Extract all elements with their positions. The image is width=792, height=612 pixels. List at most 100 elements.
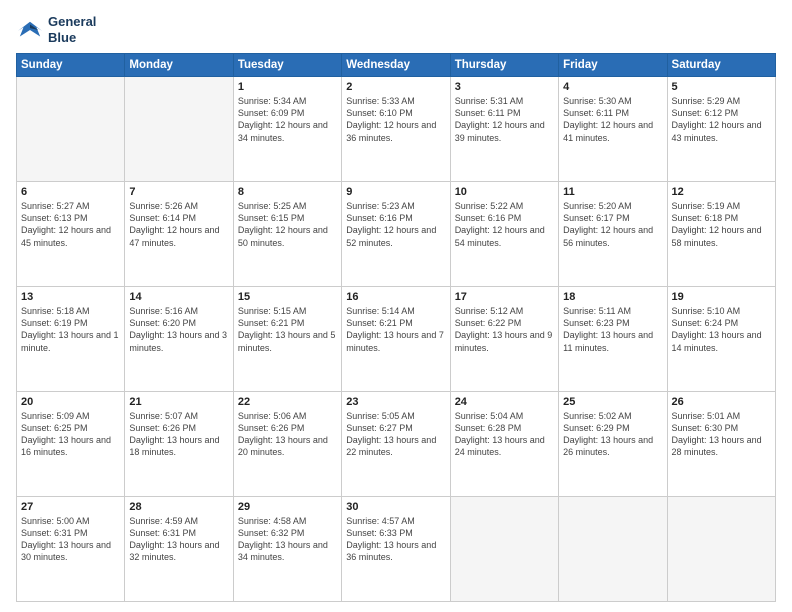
day-info: Sunrise: 5:16 AM Sunset: 6:20 PM Dayligh…: [129, 305, 228, 354]
day-header-monday: Monday: [125, 54, 233, 77]
calendar-cell: 4 Sunrise: 5:30 AM Sunset: 6:11 PM Daylig…: [559, 77, 667, 182]
calendar-cell: 19 Sunrise: 5:10 AM Sunset: 6:24 PM Dayli…: [667, 287, 775, 392]
calendar-cell: [450, 497, 558, 602]
calendar-cell: 14 Sunrise: 5:16 AM Sunset: 6:20 PM Dayli…: [125, 287, 233, 392]
calendar-cell: 8 Sunrise: 5:25 AM Sunset: 6:15 PM Daylig…: [233, 182, 341, 287]
calendar-cell: 29 Sunrise: 4:58 AM Sunset: 6:32 PM Dayli…: [233, 497, 341, 602]
calendar-cell: 30 Sunrise: 4:57 AM Sunset: 6:33 PM Dayli…: [342, 497, 450, 602]
calendar-cell: 5 Sunrise: 5:29 AM Sunset: 6:12 PM Daylig…: [667, 77, 775, 182]
day-number: 8: [238, 186, 337, 198]
calendar-cell: 11 Sunrise: 5:20 AM Sunset: 6:17 PM Dayli…: [559, 182, 667, 287]
day-number: 9: [346, 186, 445, 198]
calendar-cell: 25 Sunrise: 5:02 AM Sunset: 6:29 PM Dayli…: [559, 392, 667, 497]
logo: General Blue: [16, 14, 96, 45]
day-info: Sunrise: 5:26 AM Sunset: 6:14 PM Dayligh…: [129, 200, 228, 249]
day-number: 15: [238, 291, 337, 303]
day-info: Sunrise: 5:25 AM Sunset: 6:15 PM Dayligh…: [238, 200, 337, 249]
day-header-wednesday: Wednesday: [342, 54, 450, 77]
day-info: Sunrise: 4:57 AM Sunset: 6:33 PM Dayligh…: [346, 515, 445, 564]
day-info: Sunrise: 5:02 AM Sunset: 6:29 PM Dayligh…: [563, 410, 662, 459]
day-number: 17: [455, 291, 554, 303]
calendar-cell: 17 Sunrise: 5:12 AM Sunset: 6:22 PM Dayli…: [450, 287, 558, 392]
logo-text: General Blue: [48, 14, 96, 45]
calendar-cell: 3 Sunrise: 5:31 AM Sunset: 6:11 PM Daylig…: [450, 77, 558, 182]
day-header-friday: Friday: [559, 54, 667, 77]
calendar-week-row: 6Sunrise: 5:27 AM Sunset: 6:13 PM Daylig…: [17, 182, 776, 287]
day-info: Sunrise: 5:14 AM Sunset: 6:21 PM Dayligh…: [346, 305, 445, 354]
day-number: 21: [129, 396, 228, 408]
calendar-cell: 21 Sunrise: 5:07 AM Sunset: 6:26 PM Dayli…: [125, 392, 233, 497]
day-number: 28: [129, 501, 228, 513]
day-number: 25: [563, 396, 662, 408]
calendar-cell: 2 Sunrise: 5:33 AM Sunset: 6:10 PM Daylig…: [342, 77, 450, 182]
calendar-cell: [17, 77, 125, 182]
day-header-thursday: Thursday: [450, 54, 558, 77]
day-number: 6: [21, 186, 120, 198]
day-info: Sunrise: 5:22 AM Sunset: 6:16 PM Dayligh…: [455, 200, 554, 249]
calendar-cell: 23Sunrise: 5:05 AM Sunset: 6:27 PM Dayli…: [342, 392, 450, 497]
day-info: Sunrise: 5:06 AM Sunset: 6:26 PM Dayligh…: [238, 410, 337, 459]
day-number: 7: [129, 186, 228, 198]
day-info: Sunrise: 5:12 AM Sunset: 6:22 PM Dayligh…: [455, 305, 554, 354]
day-number: 19: [672, 291, 771, 303]
calendar-cell: 22Sunrise: 5:06 AM Sunset: 6:26 PM Dayli…: [233, 392, 341, 497]
day-info: Sunrise: 5:15 AM Sunset: 6:21 PM Dayligh…: [238, 305, 337, 354]
logo-icon: [16, 18, 44, 42]
calendar-cell: 12Sunrise: 5:19 AM Sunset: 6:18 PM Dayli…: [667, 182, 775, 287]
day-number: 18: [563, 291, 662, 303]
calendar-cell: [125, 77, 233, 182]
day-info: Sunrise: 5:33 AM Sunset: 6:10 PM Dayligh…: [346, 95, 445, 144]
day-header-saturday: Saturday: [667, 54, 775, 77]
calendar-cell: 26Sunrise: 5:01 AM Sunset: 6:30 PM Dayli…: [667, 392, 775, 497]
day-number: 10: [455, 186, 554, 198]
day-number: 11: [563, 186, 662, 198]
day-info: Sunrise: 5:31 AM Sunset: 6:11 PM Dayligh…: [455, 95, 554, 144]
day-number: 13: [21, 291, 120, 303]
calendar-cell: 15 Sunrise: 5:15 AM Sunset: 6:21 PM Dayli…: [233, 287, 341, 392]
page: General Blue SundayMondayTuesdayWednesda…: [0, 0, 792, 612]
calendar-cell: 16Sunrise: 5:14 AM Sunset: 6:21 PM Dayli…: [342, 287, 450, 392]
calendar-cell: 9 Sunrise: 5:23 AM Sunset: 6:16 PM Daylig…: [342, 182, 450, 287]
header: General Blue: [16, 14, 776, 45]
calendar-cell: 24 Sunrise: 5:04 AM Sunset: 6:28 PM Dayli…: [450, 392, 558, 497]
day-info: Sunrise: 4:58 AM Sunset: 6:32 PM Dayligh…: [238, 515, 337, 564]
day-number: 29: [238, 501, 337, 513]
calendar-table: SundayMondayTuesdayWednesdayThursdayFrid…: [16, 53, 776, 602]
day-number: 12: [672, 186, 771, 198]
calendar-cell: 20Sunrise: 5:09 AM Sunset: 6:25 PM Dayli…: [17, 392, 125, 497]
day-number: 23: [346, 396, 445, 408]
calendar-cell: 1 Sunrise: 5:34 AM Sunset: 6:09 PM Daylig…: [233, 77, 341, 182]
day-info: Sunrise: 5:23 AM Sunset: 6:16 PM Dayligh…: [346, 200, 445, 249]
day-number: 4: [563, 81, 662, 93]
day-header-tuesday: Tuesday: [233, 54, 341, 77]
calendar-cell: 7 Sunrise: 5:26 AM Sunset: 6:14 PM Daylig…: [125, 182, 233, 287]
calendar-header-row: SundayMondayTuesdayWednesdayThursdayFrid…: [17, 54, 776, 77]
day-info: Sunrise: 5:04 AM Sunset: 6:28 PM Dayligh…: [455, 410, 554, 459]
day-info: Sunrise: 5:18 AM Sunset: 6:19 PM Dayligh…: [21, 305, 120, 354]
day-info: Sunrise: 5:34 AM Sunset: 6:09 PM Dayligh…: [238, 95, 337, 144]
calendar-cell: 6Sunrise: 5:27 AM Sunset: 6:13 PM Daylig…: [17, 182, 125, 287]
day-number: 2: [346, 81, 445, 93]
day-info: Sunrise: 5:20 AM Sunset: 6:17 PM Dayligh…: [563, 200, 662, 249]
day-number: 20: [21, 396, 120, 408]
day-number: 14: [129, 291, 228, 303]
day-number: 24: [455, 396, 554, 408]
day-number: 30: [346, 501, 445, 513]
day-number: 1: [238, 81, 337, 93]
day-info: Sunrise: 4:59 AM Sunset: 6:31 PM Dayligh…: [129, 515, 228, 564]
day-info: Sunrise: 5:00 AM Sunset: 6:31 PM Dayligh…: [21, 515, 120, 564]
day-number: 5: [672, 81, 771, 93]
calendar-cell: 18Sunrise: 5:11 AM Sunset: 6:23 PM Dayli…: [559, 287, 667, 392]
day-info: Sunrise: 5:07 AM Sunset: 6:26 PM Dayligh…: [129, 410, 228, 459]
calendar-cell: 10 Sunrise: 5:22 AM Sunset: 6:16 PM Dayli…: [450, 182, 558, 287]
calendar-cell: 28 Sunrise: 4:59 AM Sunset: 6:31 PM Dayli…: [125, 497, 233, 602]
day-number: 26: [672, 396, 771, 408]
day-number: 3: [455, 81, 554, 93]
calendar-week-row: 1 Sunrise: 5:34 AM Sunset: 6:09 PM Daylig…: [17, 77, 776, 182]
day-header-sunday: Sunday: [17, 54, 125, 77]
calendar-week-row: 13 Sunrise: 5:18 AM Sunset: 6:19 PM Dayli…: [17, 287, 776, 392]
day-info: Sunrise: 5:29 AM Sunset: 6:12 PM Dayligh…: [672, 95, 771, 144]
day-info: Sunrise: 5:10 AM Sunset: 6:24 PM Dayligh…: [672, 305, 771, 354]
day-info: Sunrise: 5:30 AM Sunset: 6:11 PM Dayligh…: [563, 95, 662, 144]
calendar-cell: [667, 497, 775, 602]
